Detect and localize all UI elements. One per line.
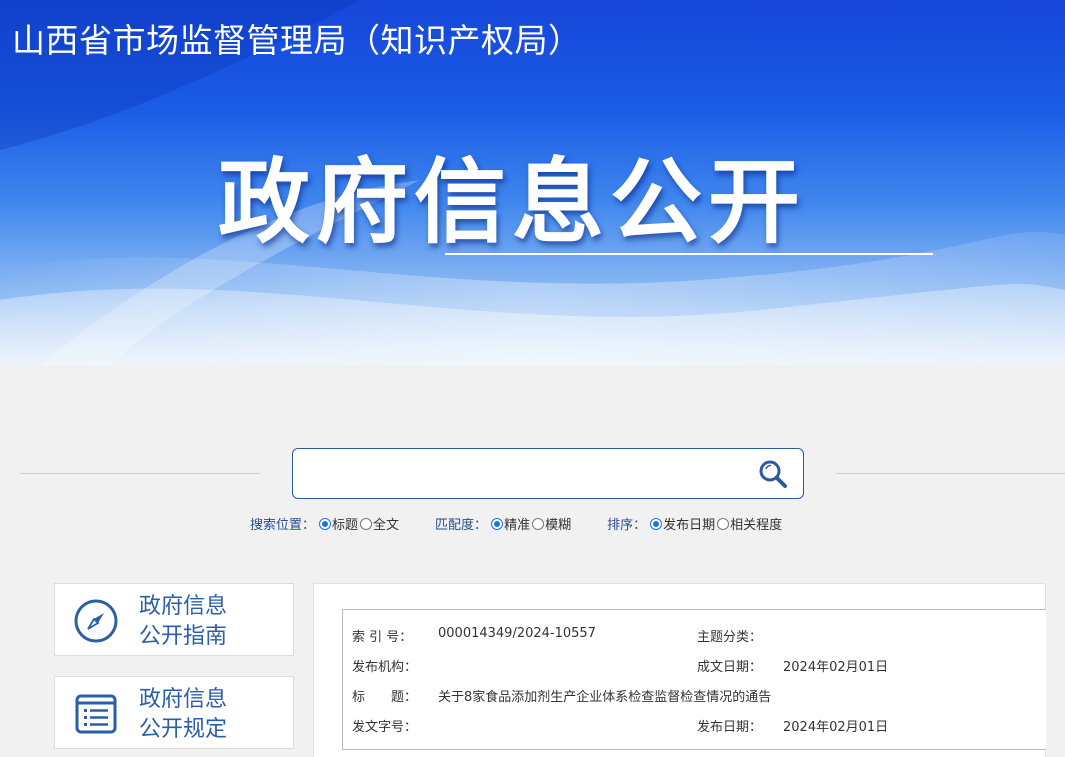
meta-published-value: 2024年02月01日 — [783, 720, 889, 735]
match-group: 匹配度： 精准 模糊 — [435, 514, 573, 533]
meta-topic-label: 主题分类： — [697, 630, 763, 645]
meta-published-label: 发布日期： — [697, 720, 763, 735]
search-divider-left — [20, 473, 260, 474]
search-box — [292, 448, 804, 499]
option-label: 标题 — [332, 518, 359, 533]
search-position-label: 搜索位置： — [250, 518, 316, 533]
compass-icon — [74, 599, 118, 643]
sort-option-relevance[interactable]: 相关程度 — [717, 514, 782, 533]
sidebar-item-label: 政府信息 公开规定 — [139, 685, 227, 745]
meta-index-value: 000014349/2024-10557 — [438, 626, 596, 641]
meta-index-row: 索 引 号： 000014349/2024-10557 — [352, 626, 596, 645]
match-option-exact[interactable]: 精准 — [491, 514, 530, 533]
match-option-fuzzy[interactable]: 模糊 — [532, 514, 571, 533]
sort-label: 排序： — [607, 518, 647, 533]
meta-docno-label: 发文字号： — [352, 720, 418, 735]
meta-title-row: 标 题： 关于8家食品添加剂生产企业体系检查监督检查情况的通告 — [352, 686, 771, 705]
meta-agency-row: 发布机构： — [352, 656, 417, 675]
option-label: 发布日期 — [663, 518, 716, 533]
org-title: 山西省市场监督管理局（知识产权局） — [12, 21, 582, 60]
sidebar-item-label: 政府信息 公开指南 — [139, 592, 227, 652]
sort-group: 排序： 发布日期 相关程度 — [607, 514, 784, 533]
meta-agency-label: 发布机构： — [352, 660, 418, 675]
meta-title-label: 标 题： — [352, 690, 418, 705]
sidebar-item-disclosure-rules[interactable]: 政府信息 公开规定 — [54, 676, 294, 749]
option-label: 相关程度 — [730, 518, 783, 533]
option-label: 精准 — [504, 518, 531, 533]
banner: 山西省市场监督管理局（知识产权局） 政府信息公开 — [0, 0, 1065, 365]
radio-checked[interactable] — [650, 517, 663, 530]
meta-index-label: 索 引 号： — [352, 630, 413, 645]
search-position-group: 搜索位置： 标题 全文 — [250, 514, 401, 533]
label-line-1: 政府信息 — [139, 594, 228, 619]
document-list-icon — [75, 694, 117, 734]
search-input[interactable] — [303, 457, 743, 491]
radio-unchecked[interactable] — [532, 517, 545, 530]
radio-unchecked[interactable] — [717, 517, 730, 530]
radio-checked[interactable] — [491, 517, 504, 530]
meta-created-row: 成文日期： 2024年02月01日 — [697, 656, 888, 675]
sidebar-item-disclosure-guide[interactable]: 政府信息 公开指南 — [54, 583, 294, 656]
option-label: 模糊 — [545, 518, 572, 533]
meta-topic-row: 主题分类： — [697, 626, 762, 645]
match-label: 匹配度： — [435, 518, 488, 533]
position-option-title[interactable]: 标题 — [319, 514, 358, 533]
position-option-fulltext[interactable]: 全文 — [360, 514, 399, 533]
label-line-2: 公开规定 — [139, 717, 228, 742]
radio-unchecked[interactable] — [360, 517, 373, 530]
meta-published-row: 发布日期： 2024年02月01日 — [697, 716, 888, 735]
search-icon[interactable] — [757, 458, 789, 490]
label-line-2: 公开指南 — [139, 624, 228, 649]
meta-created-label: 成文日期： — [697, 660, 763, 675]
meta-title-value: 关于8家食品添加剂生产企业体系检查监督检查情况的通告 — [438, 690, 772, 705]
radio-checked[interactable] — [319, 517, 332, 530]
search-options: 搜索位置： 标题 全文 匹配度： 精准 模糊 排序： 发布日期 相关程度 — [250, 514, 818, 533]
option-label: 全文 — [373, 518, 400, 533]
page-title: 政府信息公开 — [218, 149, 807, 256]
label-line-1: 政府信息 — [139, 687, 228, 712]
title-underline — [445, 253, 933, 255]
meta-created-value: 2024年02月01日 — [783, 660, 889, 675]
search-divider-right — [836, 473, 1065, 474]
meta-docno-row: 发文字号： — [352, 716, 417, 735]
sort-option-date[interactable]: 发布日期 — [650, 514, 715, 533]
